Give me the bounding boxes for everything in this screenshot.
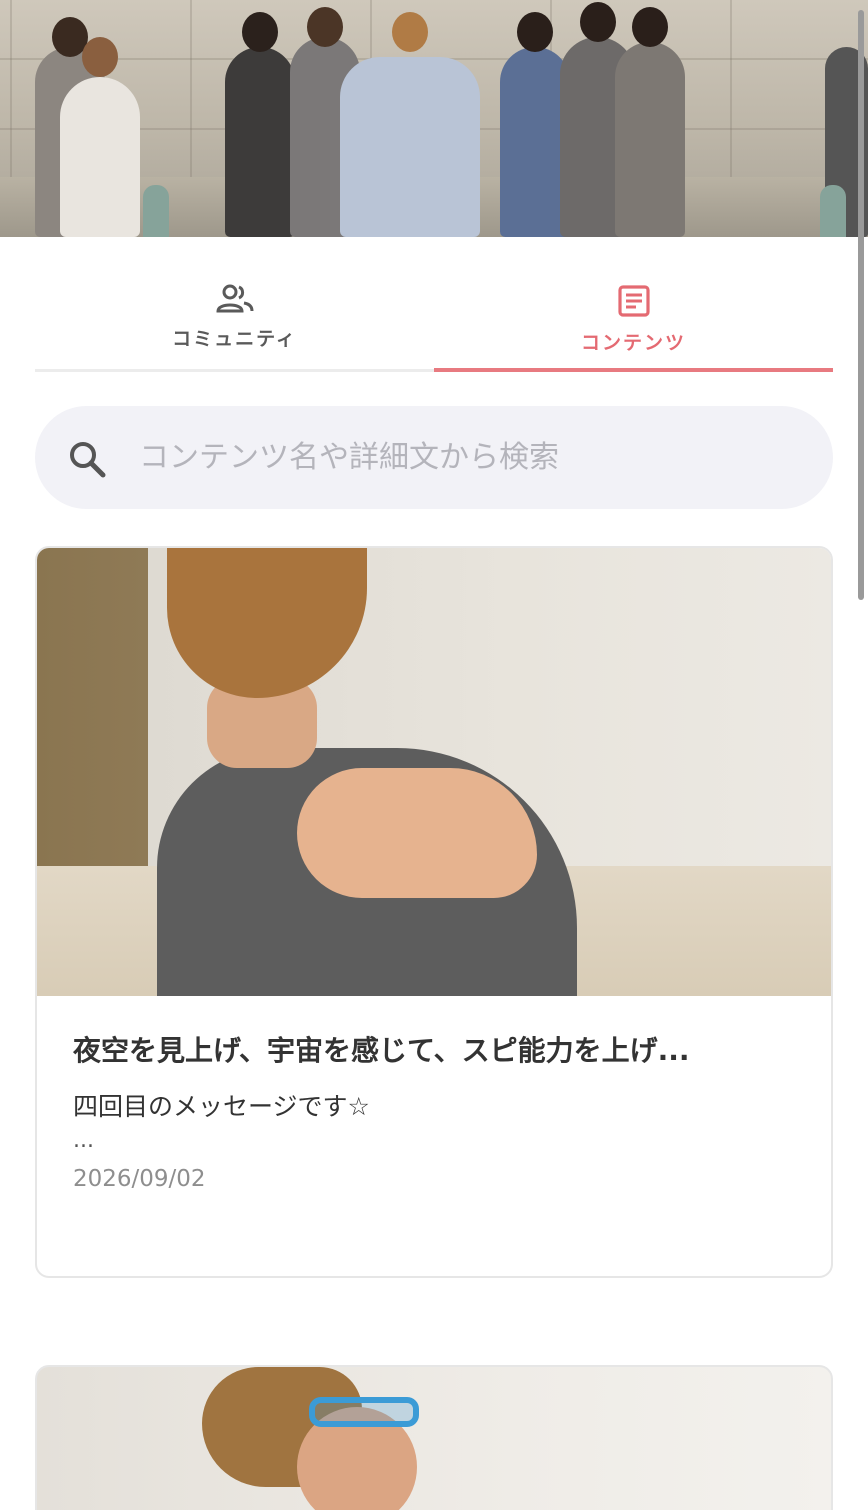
- tab-bar: コミュニティ コンテンツ: [35, 270, 833, 372]
- community-cover-image: [0, 0, 868, 237]
- content-description: 四回目のメッセージです☆: [73, 1092, 370, 1121]
- scrollbar[interactable]: [858, 10, 864, 600]
- tab-contents-label: コンテンツ: [580, 332, 686, 354]
- search-input[interactable]: [139, 426, 799, 489]
- content-card[interactable]: [35, 1365, 833, 1510]
- tab-community[interactable]: コミュニティ: [35, 270, 434, 372]
- search-icon: [70, 442, 106, 478]
- page: コミュニティ コンテンツ 夜空を見上げ、宇宙を感: [0, 0, 868, 1510]
- article-icon: [617, 285, 650, 317]
- content-date: 2026/09/02: [73, 1166, 206, 1192]
- search-bar: [35, 406, 833, 509]
- tab-community-label: コミュニティ: [172, 328, 297, 350]
- content-description-more: ...: [73, 1128, 94, 1153]
- tab-contents[interactable]: コンテンツ: [434, 270, 833, 372]
- content-card[interactable]: 夜空を見上げ、宇宙を感じて、スピ能力を上げ... 四回目のメッセージです☆ ..…: [35, 546, 833, 1278]
- content-title: 夜空を見上げ、宇宙を感じて、スピ能力を上げ...: [73, 1034, 690, 1067]
- people-icon: [215, 284, 253, 313]
- content-thumbnail: [37, 548, 831, 996]
